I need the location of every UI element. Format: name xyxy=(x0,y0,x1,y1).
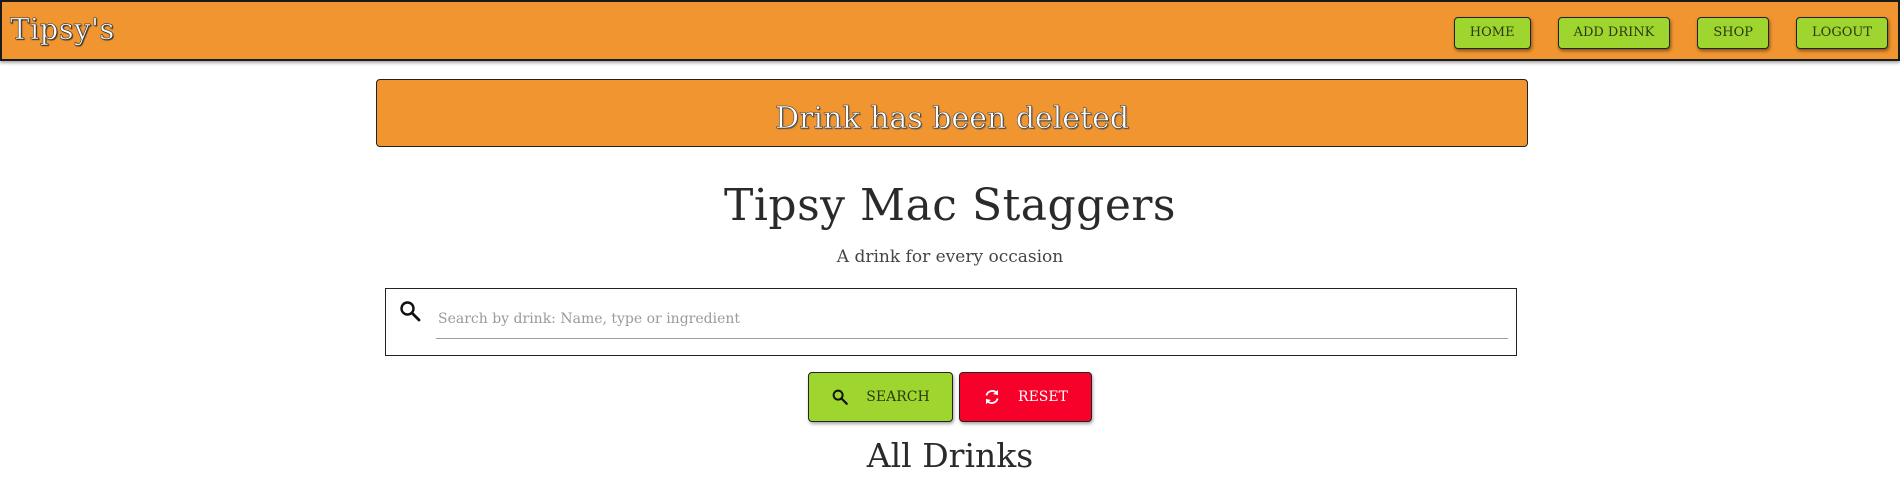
nav-shop-button[interactable]: SHOP xyxy=(1697,17,1770,49)
flash-message-text: Drink has been deleted xyxy=(774,100,1130,136)
page-subtitle: A drink for every occasion xyxy=(836,247,1064,267)
brand-logo[interactable]: Tipsy's xyxy=(10,12,115,47)
nav-logout-button[interactable]: LOGOUT xyxy=(1796,17,1888,49)
nav-links: HOME ADD DRINK SHOP LOGOUT xyxy=(1427,17,1888,49)
search-box xyxy=(385,288,1517,356)
search-input[interactable] xyxy=(436,299,1508,339)
section-title: All Drinks xyxy=(866,436,1034,475)
search-actions: SEARCH RESET xyxy=(0,372,1900,422)
search-button-label: SEARCH xyxy=(866,389,930,405)
page-title: Tipsy Mac Staggers xyxy=(724,180,1176,231)
search-icon xyxy=(400,301,421,322)
nav-home-button[interactable]: HOME xyxy=(1453,17,1531,49)
reset-button-label: RESET xyxy=(1018,389,1068,405)
nav-add-drink-button[interactable]: ADD DRINK xyxy=(1557,17,1671,49)
search-icon xyxy=(832,389,849,405)
refresh-icon xyxy=(985,389,999,405)
reset-button[interactable]: RESET xyxy=(959,372,1092,422)
flash-message: Drink has been deleted xyxy=(376,79,1528,147)
navbar: Tipsy's HOME ADD DRINK SHOP LOGOUT xyxy=(0,0,1900,61)
search-button[interactable]: SEARCH xyxy=(808,372,953,422)
